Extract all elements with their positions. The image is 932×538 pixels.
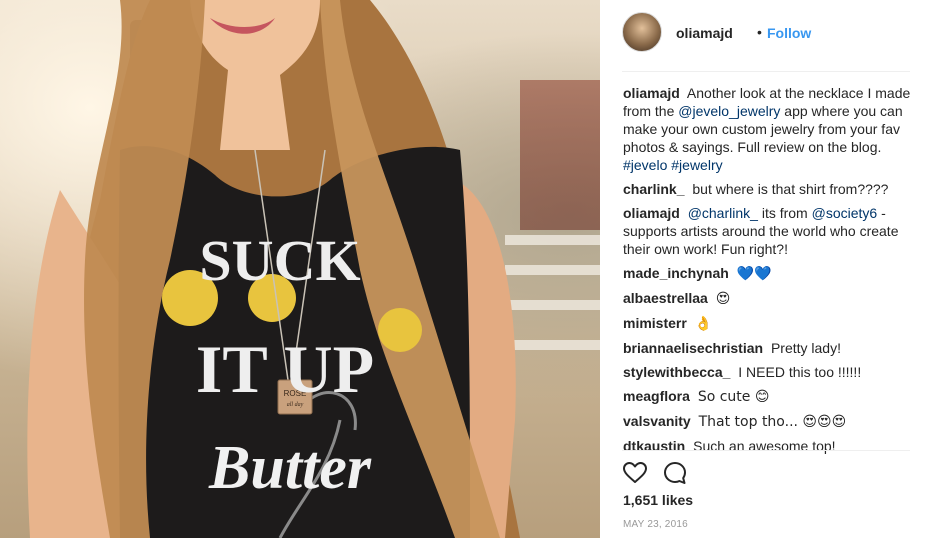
post-header: oliamajd • Follow [622, 12, 910, 70]
header-username[interactable]: oliamajd [676, 25, 733, 41]
comment-text: 👌 [694, 316, 713, 332]
comment-text: its from [761, 205, 808, 221]
comment-username[interactable]: meagflora [623, 388, 690, 404]
caption: oliamajd Another look at the necklace I … [623, 84, 913, 174]
shirt-text-line1: SUCK [199, 228, 360, 293]
avatar[interactable] [622, 12, 662, 52]
comment: briannaelisechristian Pretty lady! [623, 339, 913, 357]
comment: meagflora So cute 😊 [623, 387, 913, 406]
comment-text: Pretty lady! [770, 340, 841, 356]
comment-text: 😍 [715, 291, 731, 307]
comment-username[interactable]: oliamajd [623, 205, 680, 221]
heart-icon[interactable] [622, 460, 648, 486]
hashtag-jevelo[interactable]: #jevelo [623, 157, 667, 173]
comment-username[interactable]: dtkaustin [623, 438, 685, 454]
header-divider [622, 71, 910, 72]
comment: valsvanity That top tho... 😍😍😍 [623, 412, 913, 431]
comment-username[interactable]: briannaelisechristian [623, 340, 763, 356]
comment: oliamajd @charlink_ its from @society6 -… [623, 204, 913, 258]
comment-username[interactable]: mimisterr [623, 315, 687, 331]
follow-button[interactable]: Follow [767, 25, 811, 41]
shirt-text-line3: Butter [208, 434, 372, 502]
comment-mention-link[interactable]: @society6 [812, 205, 878, 221]
comment-text: I NEED this too !!!!!! [738, 364, 862, 380]
likes-count[interactable]: 1,651 likes [623, 492, 693, 508]
instagram-post: ROSÉ all day SUCK IT UP Butter oliamajd … [0, 0, 932, 538]
comment-username[interactable]: made_inchynah [623, 265, 729, 281]
comment-username[interactable]: valsvanity [623, 413, 691, 429]
comment: mimisterr 👌 [623, 314, 913, 333]
hashtag-jewelry[interactable]: #jewelry [671, 157, 722, 173]
comment: dtkaustin Such an awesome top! [623, 437, 913, 455]
comment-text: That top tho... 😍😍😍 [698, 414, 847, 430]
caption-username[interactable]: oliamajd [623, 85, 680, 101]
comment-username[interactable]: albaestrellaa [623, 290, 708, 306]
comment-text: 💙💙 [736, 266, 772, 282]
comment-text: but where is that shirt from???? [692, 181, 889, 197]
comment: albaestrellaa 😍 [623, 289, 913, 308]
comment: charlink_ but where is that shirt from??… [623, 180, 913, 198]
post-photo[interactable]: ROSÉ all day SUCK IT UP Butter [0, 0, 600, 538]
comment-icon[interactable] [662, 460, 688, 486]
post-date[interactable]: MAY 23, 2016 [623, 519, 688, 530]
comment-username[interactable]: charlink_ [623, 181, 684, 197]
comment: made_inchynah 💙💙 [623, 264, 913, 283]
comment-text: So cute 😊 [697, 389, 770, 405]
comments-list: oliamajd Another look at the necklace I … [623, 84, 913, 461]
shirt-text-line2: IT UP [196, 331, 374, 407]
comments-divider [622, 450, 910, 451]
separator-dot: • [757, 24, 762, 40]
comment-mention-link[interactable]: @charlink_ [688, 205, 758, 221]
comment: stylewithbecca_ I NEED this too !!!!!! [623, 363, 913, 381]
comment-text: Such an awesome top! [693, 438, 836, 454]
comment-username[interactable]: stylewithbecca_ [623, 364, 730, 380]
caption-mention-link[interactable]: @jevelo_jewelry [678, 103, 780, 119]
photo-illustration: ROSÉ all day SUCK IT UP Butter [27, 0, 520, 538]
